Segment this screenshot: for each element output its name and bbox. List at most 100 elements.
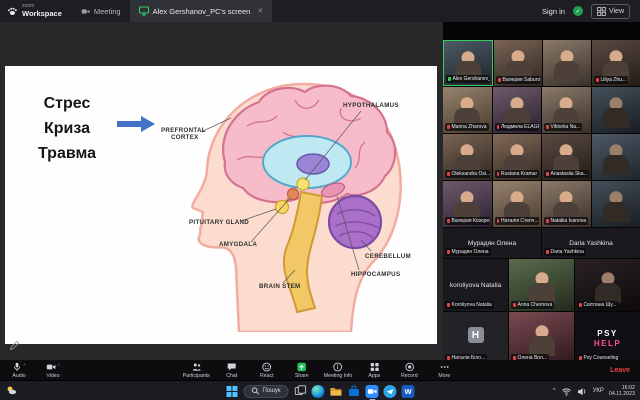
label-brain-stem: BRAIN STEM xyxy=(259,283,301,290)
participant-tile[interactable]: Viktoriia Na... xyxy=(542,87,591,133)
participant-name-badge: Alex Gershanov_PC xyxy=(446,75,490,83)
brand-text: zoom Workspace xyxy=(22,4,62,18)
microsoft-store-icon[interactable] xyxy=(348,385,361,398)
psy-help-logo: PSY xyxy=(597,329,618,338)
sign-in-button[interactable]: Sign in xyxy=(542,7,565,16)
share-screen-icon xyxy=(297,362,307,372)
more-button[interactable]: More xyxy=(431,360,457,380)
participant-tile[interactable]: Nataliia Ivanova xyxy=(542,181,591,227)
leave-button[interactable]: Leave xyxy=(610,360,630,380)
participants-button[interactable]: Participants xyxy=(183,360,210,380)
search-icon xyxy=(251,387,259,395)
chevron-up-icon[interactable]: ^ xyxy=(57,362,59,369)
participant-tile[interactable]: Олена Вол... xyxy=(509,312,574,360)
participant-tile[interactable]: Світлана Шу... xyxy=(575,259,640,311)
apps-icon xyxy=(369,362,379,372)
language-indicator[interactable]: УКР xyxy=(593,388,604,394)
mic-muted-icon xyxy=(546,125,549,129)
mic-icon xyxy=(12,362,22,372)
mic-muted-icon xyxy=(596,78,599,82)
participant-name-badge: Світлана Шу... xyxy=(577,301,618,309)
task-view-button[interactable] xyxy=(294,385,307,398)
participant-tile[interactable]: Marina Zharova xyxy=(443,87,492,133)
participant-tile-audio[interactable]: Мурадян Олена Мурадян Олена xyxy=(443,228,541,258)
chat-button[interactable]: Chat xyxy=(219,360,245,380)
participant-tile[interactable]: Anna Chernova xyxy=(509,259,574,311)
volume-icon[interactable] xyxy=(577,386,588,397)
share-label: Share xyxy=(295,373,309,379)
participant-tile[interactable]: Liliya Zhu... xyxy=(592,40,640,86)
annotation-pencil-icon[interactable] xyxy=(9,340,20,351)
grid-row-6: koroliyova Natalia Koroliyova Natalia An… xyxy=(443,259,640,311)
label-prefrontal-cortex-2: CORTEX xyxy=(171,134,199,141)
participant-tile[interactable]: Людмила ELAGKO xyxy=(493,87,542,133)
word-icon[interactable]: W xyxy=(402,385,415,398)
mic-muted-icon xyxy=(447,172,450,176)
tab-meeting[interactable]: Meeting xyxy=(72,0,130,22)
participant-figure-body xyxy=(554,61,580,81)
chat-icon xyxy=(227,362,237,372)
presentation-slide: Стрес Криза Травма xyxy=(5,66,437,344)
participant-tile[interactable]: Ruslana Kramar xyxy=(493,134,542,180)
participant-tile[interactable] xyxy=(592,181,640,227)
label-cerebellum: CEREBELLUM xyxy=(365,253,411,260)
view-button[interactable]: View xyxy=(591,4,630,19)
start-button[interactable] xyxy=(225,385,238,398)
participant-tile[interactable]: Oleksandra Osi... xyxy=(443,134,492,180)
apps-label: Apps xyxy=(368,373,380,379)
taskbar-clock[interactable]: 16:02 04.11.2023 xyxy=(609,385,635,398)
share-button[interactable]: Share xyxy=(289,360,315,380)
video-button[interactable]: ^ Video xyxy=(40,360,66,380)
participant-display-name: Daria Yashkina xyxy=(569,240,612,247)
windows-taskbar: Пошук W ^ УКР xyxy=(0,380,640,400)
taskbar-search[interactable]: Пошук xyxy=(243,385,288,398)
mic-on-icon xyxy=(448,77,451,81)
telegram-icon[interactable] xyxy=(384,385,397,398)
audio-button[interactable]: ^ Audio xyxy=(6,360,32,380)
apps-button[interactable]: Apps xyxy=(361,360,387,380)
participant-tile[interactable] xyxy=(592,134,640,180)
participant-tile[interactable]: Наталія Степч... xyxy=(493,181,542,227)
tray-expand-icon[interactable]: ^ xyxy=(553,388,556,394)
participant-tile-avatar[interactable]: H Наталія Біло... xyxy=(443,312,508,360)
participant-tile-audio[interactable]: koroliyova Natalia Koroliyova Natalia xyxy=(443,259,508,311)
tab-shared-screen[interactable]: Alex Gershanov_PC's screen ✕ xyxy=(130,0,273,22)
zoom-app-icon[interactable] xyxy=(366,385,379,398)
participant-tile[interactable]: Валерия Saburova xyxy=(494,40,542,86)
weather-widget[interactable] xyxy=(6,385,17,396)
record-button[interactable]: Record xyxy=(396,360,422,380)
chevron-up-icon[interactable]: ^ xyxy=(23,362,25,369)
react-button[interactable]: React xyxy=(254,360,280,380)
participant-tile-psy-help[interactable]: PSY HELP Psy Counseling xyxy=(575,312,640,360)
participant-tile-alex[interactable]: Alex Gershanov_PC xyxy=(443,40,493,86)
meeting-info-label: Meeting Info xyxy=(324,373,353,379)
participant-name-badge: Nataliia Ivanova xyxy=(544,217,588,225)
letter-avatar: H xyxy=(468,327,484,343)
mic-muted-icon xyxy=(498,78,501,82)
system-tray: ^ УКР 16:02 04.11.2023 xyxy=(553,381,635,400)
participant-tile-audio[interactable]: Daria Yashkina Daria Yashkina xyxy=(542,228,640,258)
file-explorer-icon[interactable] xyxy=(330,385,343,398)
mic-muted-icon xyxy=(447,125,450,129)
camera-icon xyxy=(81,7,90,16)
mic-muted-icon xyxy=(579,303,582,307)
meeting-info-button[interactable]: Meeting Info xyxy=(324,360,353,380)
participant-figure-body xyxy=(603,202,629,222)
close-tab-icon[interactable]: ✕ xyxy=(257,7,263,15)
participant-tile[interactable] xyxy=(592,87,640,133)
grid-view-icon xyxy=(597,7,606,16)
participant-tile[interactable]: Валерия Козорез xyxy=(443,181,492,227)
connection-status-icon[interactable]: ✓ xyxy=(573,6,583,16)
grid-row-3: Oleksandra Osi... Ruslana Kramar Anastas… xyxy=(443,134,640,180)
mic-muted-icon xyxy=(546,172,549,176)
wifi-icon[interactable] xyxy=(561,386,572,397)
info-icon xyxy=(333,362,343,372)
participant-tile[interactable]: Anastasiia Ska... xyxy=(542,134,591,180)
slide-title: Стрес Криза Травма xyxy=(23,92,111,166)
screen-share-icon xyxy=(139,6,149,16)
edge-browser-icon[interactable] xyxy=(312,385,325,398)
workspace-logo: zoom Workspace xyxy=(0,4,72,18)
participant-name-badge: Marina Zharova xyxy=(445,123,489,131)
zoom-camera-glyph xyxy=(367,386,378,397)
participant-tile[interactable] xyxy=(543,40,591,86)
